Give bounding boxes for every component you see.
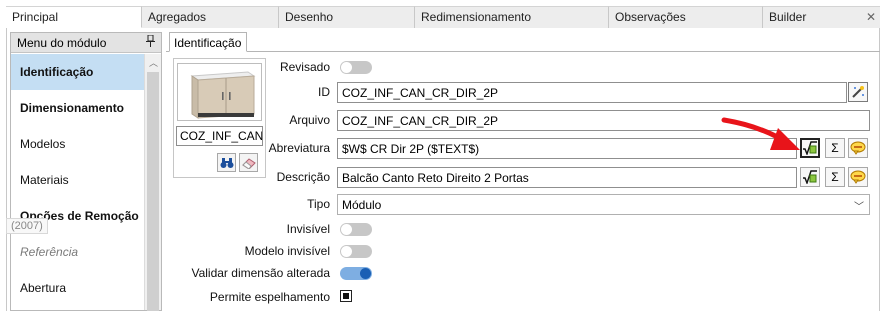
descricao-label: Descrição (276, 170, 330, 184)
menu-item-identificacao[interactable]: Identificação (11, 54, 145, 90)
menu-item-abertura[interactable]: Abertura (11, 270, 145, 306)
speech-bubble-icon[interactable] (848, 138, 868, 158)
sigma-button[interactable]: Σ (825, 138, 845, 158)
tab-principal[interactable]: Principal (6, 6, 142, 28)
tab-desenho[interactable]: Desenho (279, 6, 415, 28)
id-field[interactable]: COZ_INF_CAN_CR_DIR_2P (337, 82, 847, 103)
tab-observacoes[interactable]: Observações (609, 6, 763, 28)
descricao-field[interactable]: Balcão Canto Reto Direito 2 Portas (337, 167, 797, 188)
id-label: ID (318, 85, 330, 99)
abreviatura-label: Abreviatura (268, 141, 330, 155)
menu-scrollbar[interactable]: ︿ (144, 54, 161, 311)
arquivo-label: Arquivo (289, 113, 330, 127)
wand-icon[interactable] (848, 82, 868, 102)
permite-espelhamento-checkbox[interactable] (340, 290, 352, 302)
revisado-label: Revisado (279, 60, 330, 74)
tab-agregados[interactable]: Agregados (142, 6, 279, 28)
validar-dimensao-toggle[interactable] (340, 267, 372, 280)
annotation-arrow-icon (721, 117, 800, 150)
chevron-down-icon: ﹀ (854, 202, 864, 213)
scrollbar-thumb[interactable] (147, 72, 159, 311)
tipo-select[interactable]: Módulo ﹀ (337, 194, 870, 215)
speech-bubble-icon[interactable] (848, 167, 868, 187)
chevron-up-icon[interactable]: ︿ (149, 56, 158, 69)
menu-item-referencia[interactable]: Referência (11, 234, 145, 270)
pin-icon[interactable] (146, 34, 155, 50)
menu-item-modelos[interactable]: Modelos (11, 126, 145, 162)
tab-redimensionamento[interactable]: Redimensionamento (415, 6, 609, 28)
sigma-button[interactable]: Σ (825, 167, 845, 187)
validar-dimensao-label: Validar dimensão alterada (191, 266, 330, 280)
invisivel-toggle[interactable] (340, 223, 372, 236)
modelo-invisivel-toggle[interactable] (340, 245, 372, 258)
binoculars-icon[interactable] (217, 153, 236, 172)
tooltip: (2007) (6, 218, 48, 234)
revisado-toggle[interactable] (340, 61, 372, 74)
menu-item-materiais[interactable]: Materiais (11, 162, 145, 198)
close-icon[interactable]: ✕ (866, 10, 876, 24)
formula-root-icon[interactable] (800, 167, 820, 187)
module-menu: Menu do módulo Identificação Dimensionam… (10, 32, 162, 311)
modelo-invisivel-label: Modelo invisível (244, 244, 330, 258)
main-tab-strip: Principal Agregados Desenho Redimensiona… (6, 6, 880, 28)
invisivel-label: Invisível (286, 222, 330, 236)
module-menu-list: Identificação Dimensionamento Modelos Ma… (11, 54, 145, 310)
tab-identificacao[interactable]: Identificação (169, 32, 248, 52)
module-menu-header: Menu do módulo (11, 33, 161, 53)
permite-espelhamento-label: Permite espelhamento (209, 290, 330, 304)
tab-builder[interactable]: Builder ✕ (763, 6, 880, 28)
menu-item-dimensionamento[interactable]: Dimensionamento (11, 90, 145, 126)
formula-root-icon[interactable] (800, 138, 820, 158)
tipo-label: Tipo (307, 197, 330, 211)
